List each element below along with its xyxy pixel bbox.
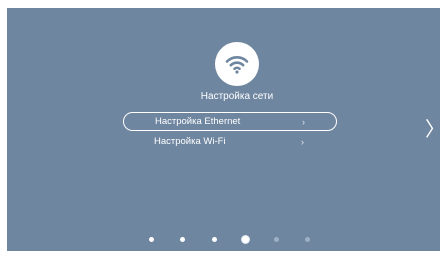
menu-item-wifi-settings[interactable]: Настройка Wi-Fi ›: [123, 132, 337, 151]
chevron-right-icon: ›: [302, 116, 305, 127]
settings-screen: Настройка сети Настройка Ethernet › Наст…: [7, 8, 440, 251]
pagination-dot-1[interactable]: [149, 237, 154, 242]
pagination-dot-6[interactable]: [305, 237, 310, 242]
menu-item-ethernet-settings[interactable]: Настройка Ethernet ›: [123, 112, 337, 131]
pagination-dot-3[interactable]: [212, 237, 217, 242]
next-page-arrow-icon[interactable]: 〉: [425, 120, 440, 140]
wifi-icon: [215, 42, 259, 86]
pagination-dot-2[interactable]: [180, 237, 185, 242]
pagination-dot-5[interactable]: [274, 237, 279, 242]
menu-item-label: Настройка Ethernet: [155, 116, 241, 127]
pagination-dot-4-active[interactable]: [242, 236, 249, 243]
chevron-right-icon: ›: [301, 136, 304, 147]
page-title: Настройка сети: [200, 91, 274, 102]
menu-item-label: Настройка Wi-Fi: [154, 136, 226, 147]
